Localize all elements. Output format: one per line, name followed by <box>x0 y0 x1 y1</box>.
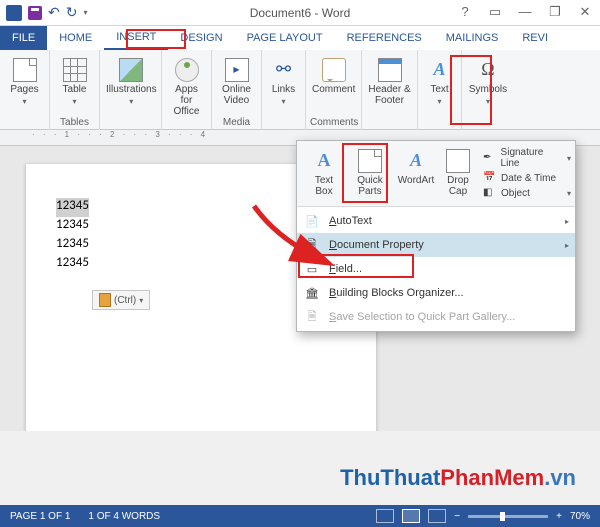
text-gallery: AText Box Quick Parts AWordArt Drop Cap … <box>297 141 575 207</box>
picture-icon <box>119 58 143 82</box>
zoom-in-button[interactable]: + <box>556 511 562 522</box>
tab-references[interactable]: REFERENCES <box>335 26 434 50</box>
symbols-button[interactable]: ΩSymbols▾ <box>466 54 510 116</box>
web-layout-button[interactable] <box>428 509 446 523</box>
close-button[interactable]: ✕ <box>570 3 600 23</box>
apps-icon <box>175 58 199 82</box>
online-video-button[interactable]: Online Video <box>216 54 257 116</box>
tab-page-layout[interactable]: PAGE LAYOUT <box>235 26 335 50</box>
page-icon <box>13 58 37 82</box>
video-icon <box>225 58 249 82</box>
dropcap-button[interactable]: Drop Cap <box>439 145 477 202</box>
object-icon: ◧ <box>483 187 497 199</box>
header-footer-button[interactable]: Header & Footer <box>366 54 413 116</box>
zoom-level[interactable]: 70% <box>570 511 590 522</box>
comment-button[interactable]: Comment <box>310 54 357 116</box>
menu-save-selection: 🗎Save Selection to Quick Part Gallery... <box>297 305 575 329</box>
status-bar: PAGE 1 OF 1 1 OF 4 WORDS − + 70% <box>0 505 600 527</box>
minimize-button[interactable]: — <box>510 3 540 23</box>
text-button[interactable]: AText▾ <box>422 54 457 116</box>
watermark-part2: PhanMem <box>440 465 544 490</box>
illustrations-button[interactable]: Illustrations▾ <box>104 54 159 116</box>
wordart-button[interactable]: AWordArt <box>393 145 439 202</box>
zoom-slider[interactable] <box>468 515 548 518</box>
text-dropdown-popup: AText Box Quick Parts AWordArt Drop Cap … <box>296 140 576 332</box>
group-media-label: Media <box>216 116 257 130</box>
redo-icon[interactable]: ↻ <box>66 4 78 21</box>
date-time-button[interactable]: 📅Date & Time <box>483 172 571 184</box>
field-icon: ▭ <box>303 261 321 277</box>
tab-design[interactable]: DESIGN <box>168 26 234 50</box>
zoom-out-button[interactable]: − <box>454 511 460 522</box>
paste-options-label: (Ctrl) <box>114 295 136 306</box>
watermark: ThuThuatPhanMem.vn <box>340 465 576 491</box>
save-gallery-icon: 🗎 <box>303 309 321 325</box>
quick-access-toolbar: ↶ ↻ ▾ <box>0 4 87 21</box>
tab-insert[interactable]: INSERT <box>104 26 168 50</box>
table-icon <box>63 58 87 82</box>
comment-icon <box>322 58 346 82</box>
textbox-icon: A <box>312 149 336 173</box>
tab-mailings[interactable]: MAILINGS <box>434 26 511 50</box>
group-comments-label: Comments <box>310 116 357 130</box>
blocks-icon: 🏛 <box>303 285 321 301</box>
undo-icon[interactable]: ↶ <box>48 4 60 21</box>
tab-file[interactable]: FILE <box>0 26 47 50</box>
group-pages-label <box>4 116 45 130</box>
object-button[interactable]: ◧Object▾ <box>483 187 571 199</box>
ribbon-tabs: FILE HOME INSERT DESIGN PAGE LAYOUT REFE… <box>0 26 600 50</box>
quickparts-button[interactable]: Quick Parts <box>347 145 393 202</box>
calendar-icon: 📅 <box>483 172 497 184</box>
status-page[interactable]: PAGE 1 OF 1 <box>10 511 70 522</box>
text-icon: A <box>428 58 452 82</box>
menu-autotext[interactable]: 📄AutoText▸ <box>297 209 575 233</box>
window-controls: ? ▭ — ❐ ✕ <box>450 3 600 23</box>
watermark-part1: ThuThuat <box>340 465 440 490</box>
pages-button[interactable]: Pages▾ <box>4 54 45 116</box>
link-icon: ⚯ <box>272 58 296 82</box>
omega-icon: Ω <box>476 58 500 82</box>
ribbon-display-options-icon[interactable]: ▭ <box>480 3 510 23</box>
title-bar: ↶ ↻ ▾ Document6 - Word ? ▭ — ❐ ✕ <box>0 0 600 26</box>
tab-home[interactable]: HOME <box>47 26 104 50</box>
help-icon[interactable]: ? <box>450 3 480 23</box>
paste-options[interactable]: (Ctrl) ▾ <box>92 290 150 310</box>
print-layout-button[interactable] <box>402 509 420 523</box>
table-button[interactable]: Table▾ <box>54 54 95 116</box>
text-side-commands: ✒Signature Line▾ 📅Date & Time ◧Object▾ <box>477 145 571 202</box>
chevron-down-icon: ▾ <box>139 296 143 305</box>
autotext-icon: 📄 <box>303 213 321 229</box>
qat-customize-icon[interactable]: ▾ <box>83 8 87 17</box>
restore-button[interactable]: ❐ <box>540 3 570 23</box>
signature-icon: ✒ <box>483 152 497 164</box>
save-icon[interactable] <box>28 6 42 20</box>
dropcap-icon <box>446 149 470 173</box>
text-line-selected[interactable]: 12345 <box>56 198 89 217</box>
window-title: Document6 - Word <box>250 6 350 20</box>
apps-for-office-button[interactable]: Apps for Office <box>166 54 207 119</box>
menu-field[interactable]: ▭Field... <box>297 257 575 281</box>
links-button[interactable]: ⚯Links▾ <box>266 54 301 116</box>
header-icon <box>378 58 402 82</box>
watermark-part3: .vn <box>544 465 576 490</box>
ribbon-insert: Pages▾ Table▾ Tables Illustrations▾ Apps… <box>0 50 600 130</box>
quickparts-icon <box>358 149 382 173</box>
menu-document-property[interactable]: 🗎Document Property▸ <box>297 233 575 257</box>
word-app-icon <box>6 5 22 21</box>
clipboard-icon <box>99 293 111 307</box>
wordart-icon: A <box>404 149 428 173</box>
tab-review[interactable]: REVI <box>510 26 560 50</box>
textbox-button[interactable]: AText Box <box>301 145 347 202</box>
menu-building-blocks[interactable]: 🏛Building Blocks Organizer... <box>297 281 575 305</box>
quickparts-menu: 📄AutoText▸ 🗎Document Property▸ ▭Field...… <box>297 207 575 331</box>
read-mode-button[interactable] <box>376 509 394 523</box>
signature-line-button[interactable]: ✒Signature Line▾ <box>483 147 571 169</box>
docs-icon: 🗎 <box>303 237 321 253</box>
status-words[interactable]: 1 OF 4 WORDS <box>88 511 160 522</box>
group-tables-label: Tables <box>54 116 95 130</box>
